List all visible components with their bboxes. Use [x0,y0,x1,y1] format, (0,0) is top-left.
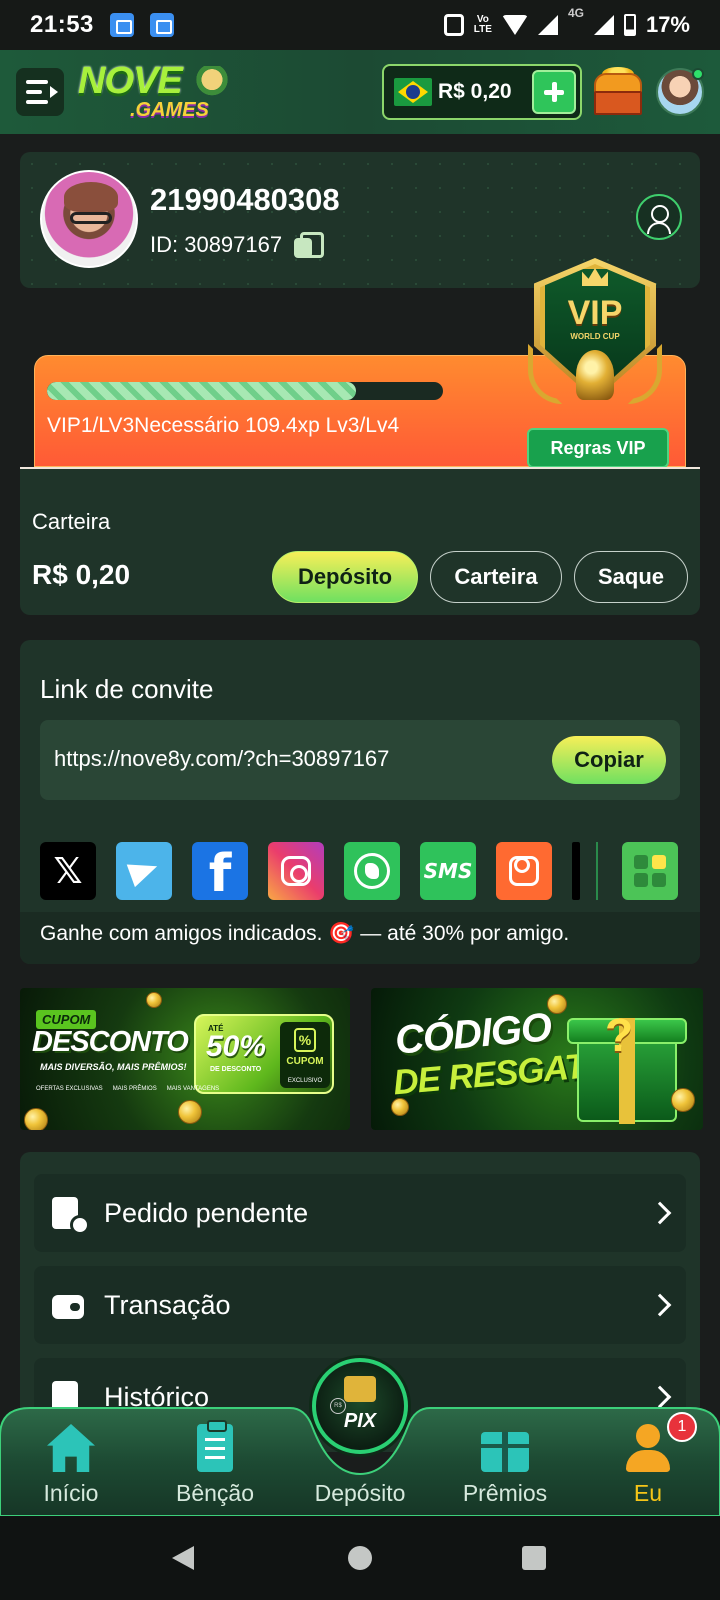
invite-url: https://nove8y.com/?ch=30897167 [54,746,390,771]
nove-games-logo: NOVE .GAMES [78,62,228,122]
menu-item-transaction[interactable]: Transação [34,1266,686,1344]
battery-icon [623,14,636,36]
app-root: 21:53 VoLTE 4G 17% NOVE .GAMES R$ 0,20 [0,0,720,1600]
vip-progress-bar [47,382,443,400]
menu-button[interactable] [16,68,64,116]
percent-icon: % [294,1028,316,1052]
sms-icon[interactable]: SMS [420,842,476,900]
invite-info-text: Ganhe com amigos indicados. 🎯 — até 30% … [20,912,700,964]
wallet-amount: R$ 0,20 [32,559,131,590]
balance-widget: R$ 0,20 [382,64,582,120]
wallet-title: Carteira [32,509,111,534]
add-funds-button[interactable] [532,70,576,114]
brazil-flag-icon [394,78,432,106]
recent-apps-icon[interactable] [522,1546,546,1570]
treasure-chest-icon[interactable] [590,65,646,119]
copy-id-icon[interactable] [294,232,325,258]
battery-level: 17% [645,12,690,37]
wallet-card: Carteira R$ 0,20 Depósito Carteira Saque [20,469,700,615]
status-icons: Vo LTE 4G 17% [443,6,690,38]
wallet-icon [344,1376,376,1402]
chevron-right-icon [648,1201,672,1225]
mascot-icon [196,66,228,100]
facebook-icon[interactable]: f [192,842,248,900]
notification-badge: 1 [667,1412,697,1442]
deposit-button[interactable]: Depósito [272,551,418,603]
system-nav-bar [0,1516,720,1600]
bottom-nav: Início Bênção Depósito R$ PIX Prêmios 1 … [0,1358,720,1516]
app-header: NOVE .GAMES R$ 0,20 [0,50,720,134]
redeem-code-banner[interactable]: CÓDIGO DE RESGATE ? [371,988,703,1130]
copy-link-button[interactable]: Copiar [552,736,666,784]
gift-icon [481,1432,529,1472]
withdraw-button[interactable]: Saque [574,551,688,603]
share-divider [596,842,598,900]
clipboard-icon [197,1420,233,1472]
status-time: 21:53 [30,11,94,38]
invite-title: Link de convite [40,674,214,704]
network-type: 4G [567,6,584,20]
home-circle-icon[interactable] [348,1546,372,1570]
signal-icon [537,15,558,35]
wallet-icon [52,1287,84,1323]
invite-link-box: https://nove8y.com/?ch=30897167 Copiar [40,720,680,800]
notification-icon [109,13,134,37]
menu-arrow-icon [50,86,58,98]
vip-badge: VIP WORLD CUP [522,250,668,426]
edit-profile-button[interactable] [636,194,682,240]
wifi-icon [501,15,528,35]
vip-progress-fill [47,382,356,400]
user-id-row: ID: 30897167 [150,232,325,258]
instagram-icon[interactable] [268,842,324,900]
status-bar: 21:53 Vo LTE 4G 17% [0,0,720,50]
trophy-icon [576,350,614,400]
profile-avatar[interactable] [40,170,138,268]
invite-card: Link de convite https://nove8y.com/?ch=3… [20,640,700,964]
share-row: 𝕏 f SMS [40,842,680,900]
more-apps-icon[interactable] [622,842,678,900]
tiktok-icon[interactable] [572,842,580,900]
username: 21990480308 [150,182,340,217]
volte-icon: Vo LTE [473,14,492,35]
vip-badge-title: VIP [567,294,623,332]
pix-deposit-button[interactable]: R$ PIX [312,1358,408,1454]
x-twitter-icon[interactable]: 𝕏 [40,842,96,900]
vibrate-icon [443,14,464,36]
vip-status-text: VIP1/LV3Necessário 109.4xp Lv3/Lv4 [47,414,400,437]
telegram-icon[interactable] [116,842,172,900]
discount-coupon-banner[interactable]: CUPOM DESCONTO MAIS DIVERSÃO, MAIS PRÊMI… [20,988,350,1130]
signal-icon [593,15,614,35]
kwai-icon[interactable] [496,842,552,900]
back-icon[interactable] [172,1546,194,1570]
coupon-ticket: ATÉ 50% DE DESCONTO % CUPOM EXCLUSIVO [194,1014,334,1094]
order-icon [52,1195,90,1235]
chevron-right-icon [648,1293,672,1317]
chevron-right-icon [648,1385,672,1409]
user-id: ID: 30897167 [150,232,283,257]
header-balance: R$ 0,20 [438,80,512,103]
user-icon [624,1424,672,1472]
pix-logo: PIX [343,1410,377,1432]
header-avatar[interactable] [656,68,704,116]
whatsapp-icon[interactable] [344,842,400,900]
wallet-button[interactable]: Carteira [430,551,562,603]
menu-item-pending-order[interactable]: Pedido pendente [34,1174,686,1252]
notification-icon [149,13,174,37]
vip-rules-button[interactable]: Regras VIP [527,428,669,468]
vip-badge-subtitle: WORLD CUP [570,332,620,341]
online-indicator [692,68,704,80]
